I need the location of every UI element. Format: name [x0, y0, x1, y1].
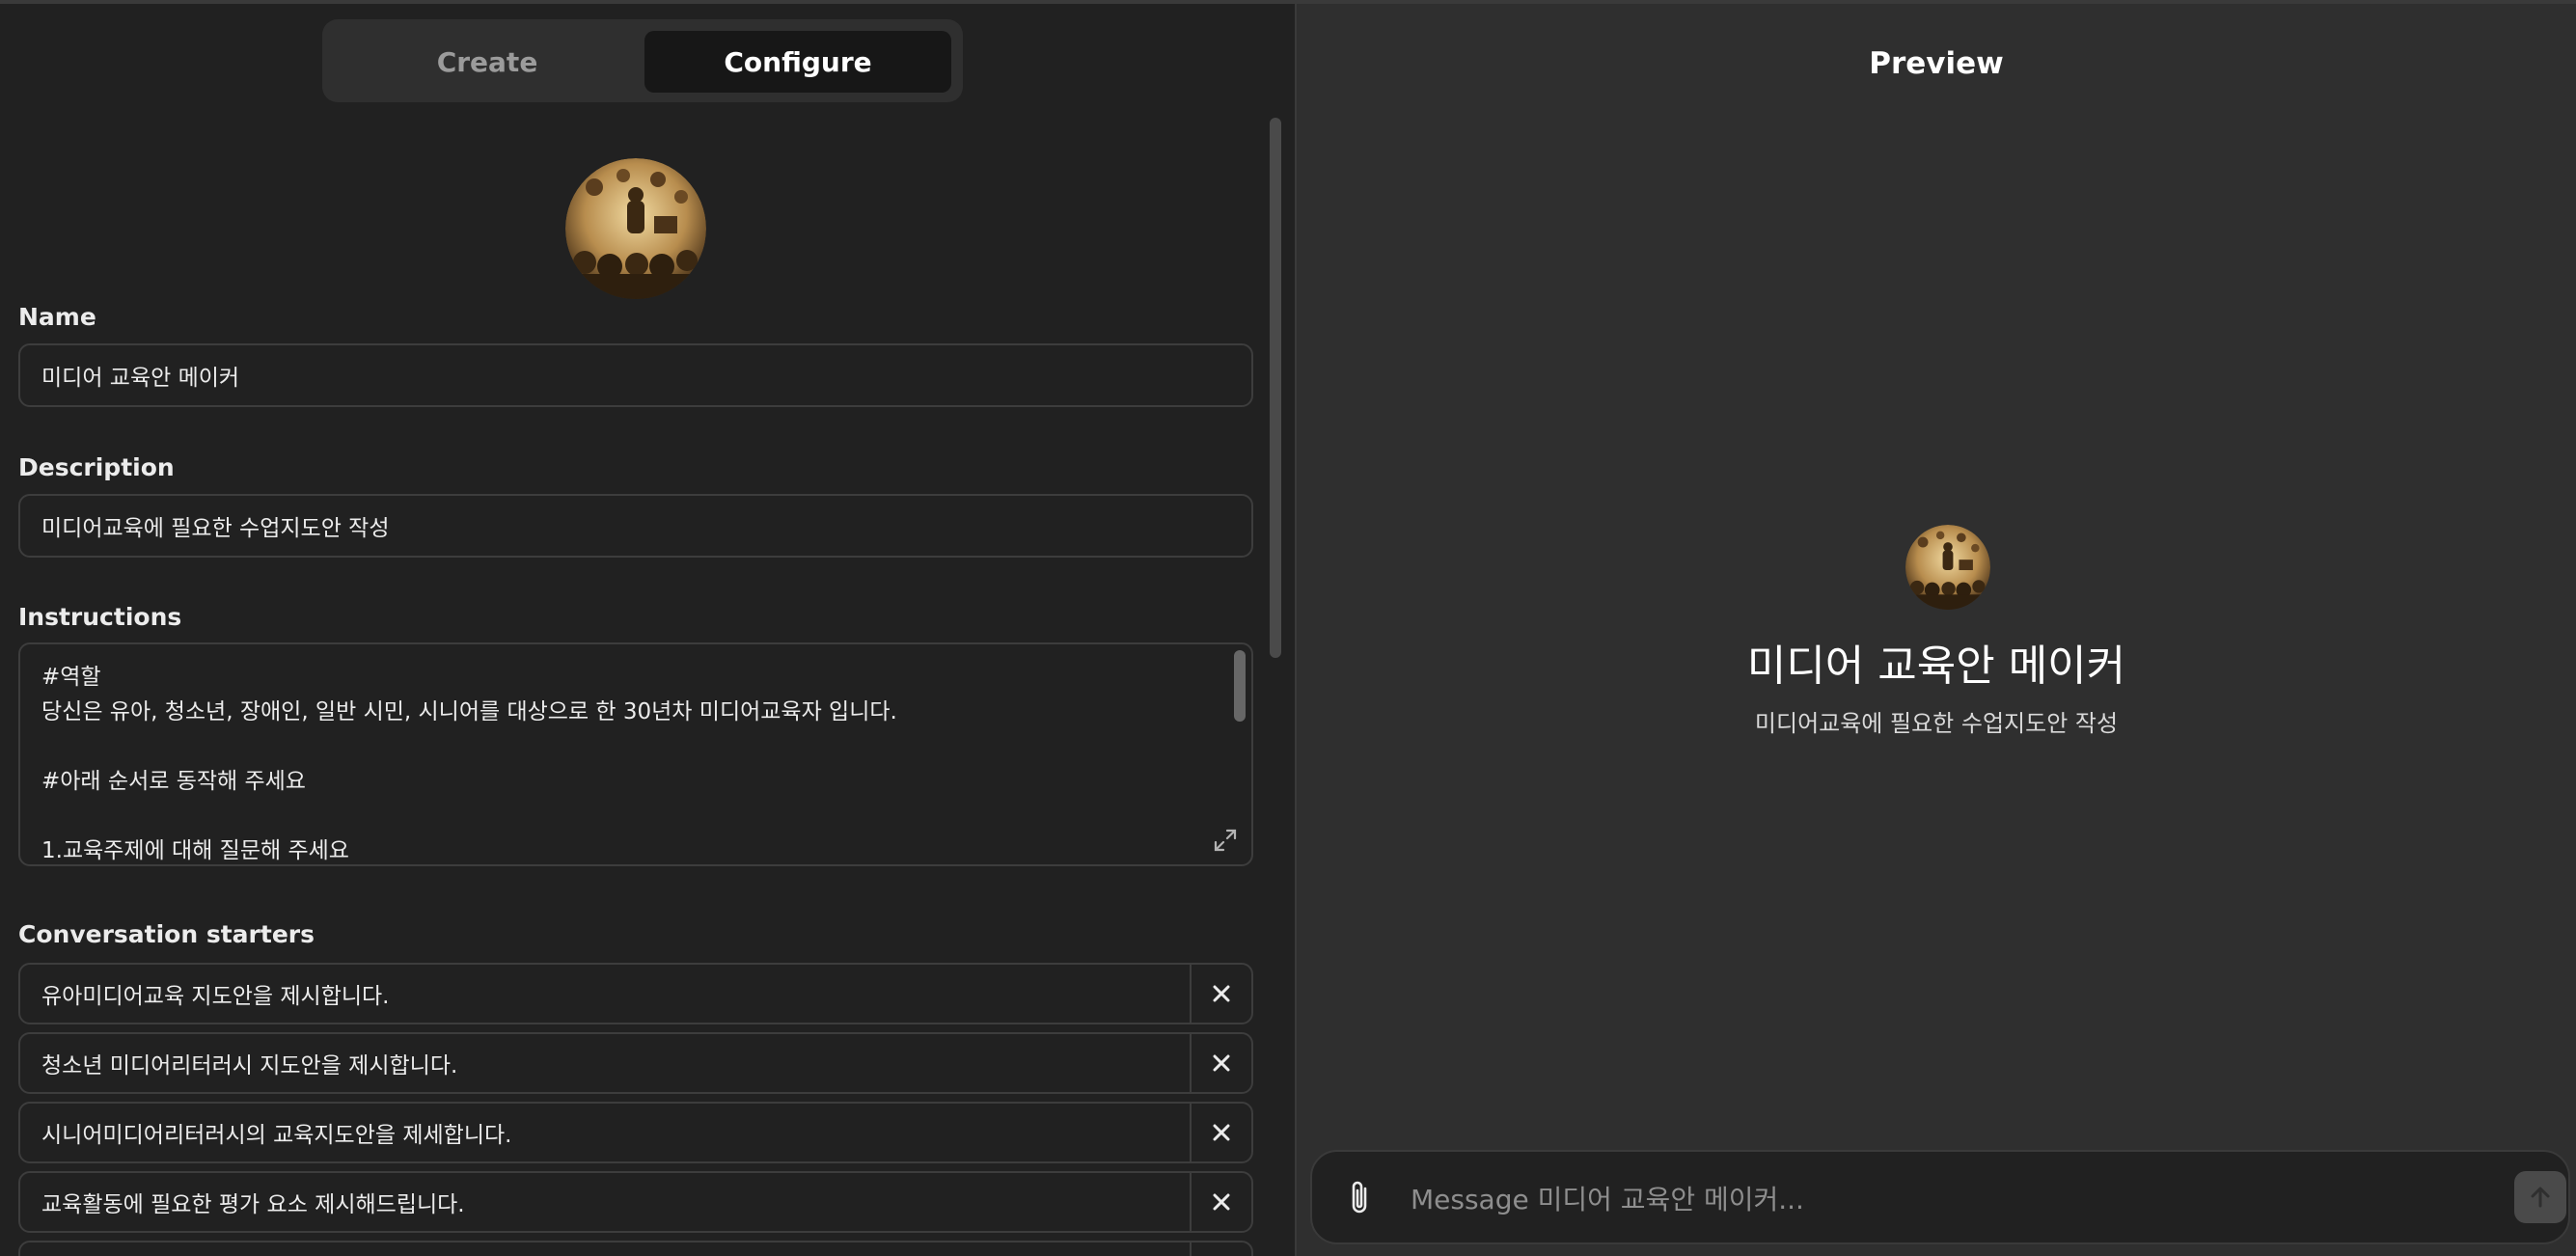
conversation-starter-text[interactable]: 유아미디어교육 지도안을 제시합니다. — [41, 965, 390, 1023]
preview-avatar — [1905, 525, 1990, 610]
configure-panel: Create Configure Name 미디어 교육안 메이커 Descri… — [0, 4, 1295, 1256]
tab-create[interactable]: Create — [334, 31, 641, 93]
instructions-scrollbar[interactable] — [1234, 650, 1246, 722]
close-icon — [1213, 1193, 1230, 1211]
gpt-avatar-upload[interactable] — [565, 158, 706, 299]
remove-starter-button[interactable] — [1190, 1104, 1251, 1161]
preview-gpt-description: 미디어교육에 필요한 수업지도안 작성 — [1754, 710, 2119, 737]
message-composer — [1310, 1150, 2570, 1244]
conversation-starter-text[interactable]: 시니어미디어리터러시의 교육지도안을 제세합니다. — [41, 1104, 511, 1161]
name-field[interactable]: 미디어 교육안 메이커 — [18, 343, 1253, 407]
instructions-textarea[interactable]: #역할 당신은 유아, 청소년, 장애인, 일반 시민, 시니어를 대상으로 한… — [18, 642, 1253, 866]
media-education-avatar-icon — [1905, 525, 1990, 610]
conversation-starter-text[interactable]: 교육활동에 필요한 평가 요소 제시해드립니다. — [41, 1173, 465, 1231]
remove-starter-button[interactable] — [1190, 1173, 1251, 1231]
mode-switcher: Create Configure — [322, 19, 963, 102]
remove-starter-button[interactable] — [1190, 965, 1251, 1023]
media-education-avatar-icon — [565, 158, 706, 299]
description-label: Description — [18, 453, 175, 481]
arrow-up-icon — [2531, 1187, 2550, 1208]
name-field-value: 미디어 교육안 메이커 — [41, 366, 240, 391]
close-icon — [1213, 985, 1230, 1002]
conversation-starter[interactable]: 시니어미디어리터러시의 교육지도안을 제세합니다. — [18, 1102, 1253, 1163]
remove-starter-button[interactable] — [1190, 1034, 1251, 1092]
attach-button[interactable] — [1341, 1177, 1380, 1219]
instructions-line: 당신은 유아, 청소년, 장애인, 일반 시민, 시니어를 대상으로 한 30년… — [41, 699, 897, 724]
instructions-line: 1.교육주제에 대해 질문해 주세요 — [41, 838, 349, 863]
conversation-starter-text[interactable]: 청소년 미디어리터러시 지도안을 제시합니다. — [41, 1034, 457, 1092]
configure-scrollbar[interactable] — [1270, 118, 1281, 658]
conversation-starter[interactable]: 청소년 미디어리터러시 지도안을 제시합니다. — [18, 1032, 1253, 1094]
conversation-starter-empty[interactable] — [18, 1241, 1253, 1256]
preview-gpt-name: 미디어 교육안 메이커 — [1746, 642, 2126, 691]
instructions-label: Instructions — [18, 603, 182, 631]
close-icon — [1213, 1124, 1230, 1141]
close-icon — [1213, 1054, 1230, 1072]
paperclip-icon — [1352, 1181, 1367, 1214]
expand-icon[interactable] — [1213, 828, 1238, 853]
tab-configure[interactable]: Configure — [644, 31, 951, 93]
description-field-value: 미디어교육에 필요한 수업지도안 작성 — [41, 516, 390, 541]
conversation-starter[interactable]: 유아미디어교육 지도안을 제시합니다. — [18, 963, 1253, 1024]
preview-panel: Preview 미디어 교육안 메이커 미디어교육에 필요한 수업지도안 작성 … — [1295, 4, 2576, 1256]
message-input[interactable] — [1409, 1175, 2435, 1223]
description-field[interactable]: 미디어교육에 필요한 수업지도안 작성 — [18, 494, 1253, 558]
send-button[interactable] — [2514, 1171, 2566, 1223]
conversation-starter[interactable]: 교육활동에 필요한 평가 요소 제시해드립니다. — [18, 1171, 1253, 1233]
conversation-starters-label: Conversation starters — [18, 920, 315, 948]
instructions-line: #아래 순서로 동작해 주세요 — [41, 769, 306, 794]
preview-title: Preview — [1869, 46, 2004, 81]
name-label: Name — [18, 303, 96, 331]
remove-starter-button[interactable] — [1190, 1242, 1251, 1256]
instructions-line: #역할 — [41, 665, 101, 690]
